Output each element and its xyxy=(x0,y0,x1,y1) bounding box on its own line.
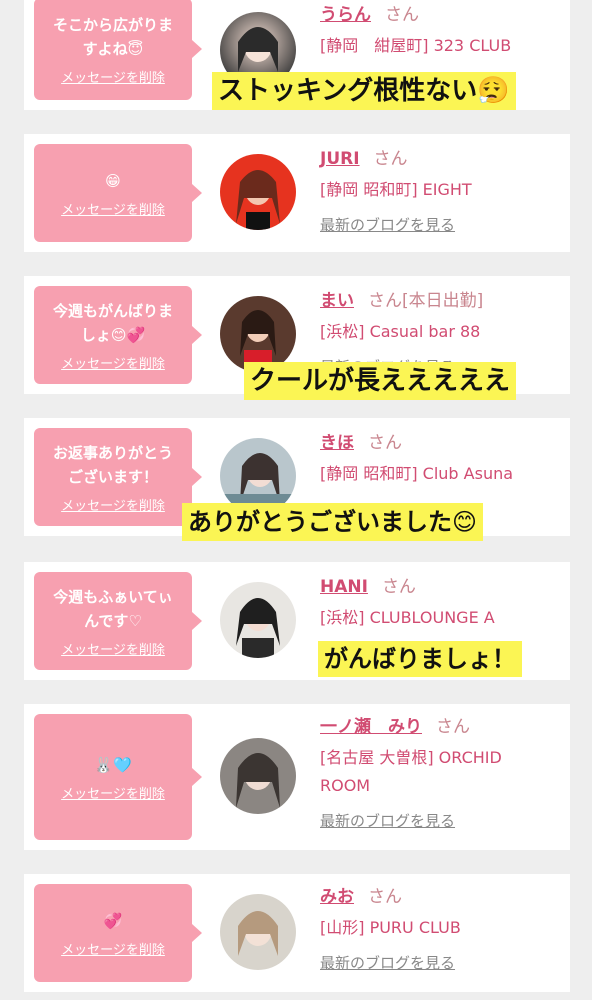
location-text: [静岡 紺屋町] 323 CLUB xyxy=(320,36,512,55)
name-row: うらん さん xyxy=(320,2,562,28)
honorific: さん xyxy=(385,5,419,25)
profile-info: JURI さん [静岡 昭和町] EIGHT 最新のブログを見る xyxy=(320,146,562,235)
message-bubble: 💞 メッセージを削除 xyxy=(34,884,202,982)
delete-message-link[interactable]: メッセージを削除 xyxy=(61,495,165,514)
message-card: 💞 メッセージを削除 みお さん [山形] PURU CLUB 最新のブログを見る xyxy=(24,874,570,992)
avatar[interactable] xyxy=(220,296,296,372)
latest-blog-link[interactable]: 最新のブログを見る xyxy=(320,952,562,973)
cast-name-link[interactable]: HANI xyxy=(320,577,368,597)
cast-name-link[interactable]: まい xyxy=(320,291,354,311)
avatar[interactable] xyxy=(220,894,296,970)
honorific: さん xyxy=(381,577,416,597)
location-text: [静岡 昭和町] EIGHT xyxy=(320,180,472,199)
message-text: 今週もふぁいてぃんです♡ xyxy=(53,587,173,630)
name-row: JURI さん xyxy=(320,146,562,172)
message-text: 今週もがんばりましょ😊💞 xyxy=(52,301,173,344)
honorific: さん xyxy=(368,887,402,907)
avatar[interactable] xyxy=(220,154,296,230)
caption-overlay: ありがとうございました😊 xyxy=(182,503,484,541)
profile-info: 一ノ瀬 みり さん [名古屋 大曽根] ORCHID ROOM 最新のブログを見る xyxy=(320,714,562,831)
message-bubble: 今週もふぁいてぃんです♡ メッセージを削除 xyxy=(34,572,202,670)
latest-blog-link[interactable]: 最新のブログを見る xyxy=(320,810,562,831)
delete-message-link[interactable]: メッセージを削除 xyxy=(61,199,165,218)
location-text: [名古屋 大曽根] ORCHID ROOM xyxy=(320,748,502,795)
message-bubble: お返事ありがとうございます！ メッセージを削除 xyxy=(34,428,202,526)
delete-message-link[interactable]: メッセージを削除 xyxy=(61,939,165,958)
message-bubble: 🐰🩵 メッセージを削除 xyxy=(34,714,202,840)
message-bubble: そこから広がりますよね😇 メッセージを削除 xyxy=(34,0,202,100)
avatar[interactable] xyxy=(220,738,296,814)
message-bubble: 😁 メッセージを削除 xyxy=(34,144,202,242)
delete-message-link[interactable]: メッセージを削除 xyxy=(61,783,165,802)
honorific: さん[本日出勤] xyxy=(368,291,484,311)
location-text: [山形] PURU CLUB xyxy=(320,918,461,937)
avatar[interactable] xyxy=(220,582,296,658)
caption-overlay: ストッキング根性ない😮‍💨 xyxy=(212,72,516,110)
profile-info: きほ さん [静岡 昭和町] Club Asuna xyxy=(320,430,562,488)
caption-overlay: がんばりましょ！ xyxy=(318,641,522,677)
cast-name-link[interactable]: 一ノ瀬 みり xyxy=(320,717,422,737)
honorific: さん xyxy=(368,433,402,453)
message-bubble: 今週もがんばりましょ😊💞 メッセージを削除 xyxy=(34,286,202,384)
caption-overlay: クールが長えええええ xyxy=(244,362,517,400)
profile-info: HANI さん [浜松] CLUBLOUNGE A xyxy=(320,574,562,632)
cast-name-link[interactable]: みお xyxy=(320,887,354,907)
cast-name-link[interactable]: うらん xyxy=(320,5,371,25)
delete-message-link[interactable]: メッセージを削除 xyxy=(61,639,165,658)
latest-blog-link[interactable]: 最新のブログを見る xyxy=(320,214,562,235)
name-row: 一ノ瀬 みり さん xyxy=(320,714,562,740)
profile-info: うらん さん [静岡 紺屋町] 323 CLUB xyxy=(320,2,562,60)
message-card: 🐰🩵 メッセージを削除 一ノ瀬 みり さん [名古屋 大曽根] ORCHID RO… xyxy=(24,704,570,850)
location-text: [浜松] Casual bar 88 xyxy=(320,322,481,341)
message-text: お返事ありがとうございます！ xyxy=(52,443,173,486)
cast-name-link[interactable]: JURI xyxy=(320,149,360,169)
location-text: [静岡 昭和町] Club Asuna xyxy=(320,464,514,483)
location-text: [浜松] CLUBLOUNGE A xyxy=(320,608,495,627)
name-row: みお さん xyxy=(320,884,562,910)
name-row: きほ さん xyxy=(320,430,562,456)
profile-info: みお さん [山形] PURU CLUB 最新のブログを見る xyxy=(320,884,562,973)
message-text: 😁 xyxy=(105,171,121,190)
delete-message-link[interactable]: メッセージを削除 xyxy=(61,67,165,86)
honorific: さん xyxy=(373,149,408,169)
message-card: 😁 メッセージを削除 JURI さん [静岡 昭和町] EIGHT 最新のブログを… xyxy=(24,134,570,252)
message-text: そこから広がりますよね😇 xyxy=(52,15,173,58)
name-row: HANI さん xyxy=(320,574,562,600)
delete-message-link[interactable]: メッセージを削除 xyxy=(61,353,165,372)
name-row: まい さん[本日出勤] xyxy=(320,288,562,314)
honorific: さん xyxy=(436,717,470,737)
message-text: 🐰🩵 xyxy=(94,755,132,774)
cast-name-link[interactable]: きほ xyxy=(320,433,354,453)
message-text: 💞 xyxy=(103,911,123,930)
